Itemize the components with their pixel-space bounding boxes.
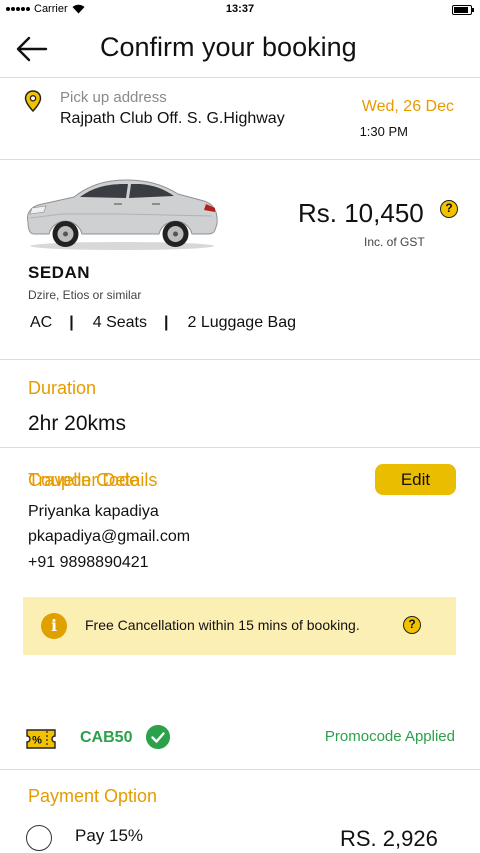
pay-option-label[interactable]: Pay 15% [75,826,143,846]
car-models: Dzire, Etios or similar [28,288,142,302]
duration-heading: Duration [28,378,97,398]
payment-heading: Payment Option [28,786,158,806]
pay-amount: RS. 2,926 [340,826,438,851]
pickup-section: Pick up address Rajpath Club Off. S. G.H… [0,78,480,160]
feature-luggage: 2 Luggage Bag [187,314,297,331]
pickup-label: Pick up address [60,89,167,106]
pay-option-radio[interactable] [26,825,52,851]
price-note: Inc. of GST [364,235,425,249]
duration-value: 2hr 20kms [28,412,127,435]
feature-seats: 4 Seats [92,314,147,331]
car-type: SEDAN [28,263,91,282]
traveller-name: Priyanka kapadiya [28,503,159,520]
status-time: 13:37 [225,3,255,15]
back-arrow-icon[interactable] [16,36,48,62]
feature-separator: | [163,314,169,331]
duration-section: Duration 2hr 20kms [0,360,480,448]
battery-fill [454,7,469,13]
page-title: Confirm your booking [100,32,357,62]
payment-section: Payment Option Pay 15% RS. 2,926 [0,770,480,853]
notice-text: Free Cancellation within 15 mins of book… [85,617,360,633]
price-help-icon[interactable]: ? [440,200,458,218]
pickup-address: Rajpath Club Off. S. G.Highway [60,110,285,127]
feature-ac: AC [30,314,53,331]
edit-button[interactable]: Edit [375,464,456,495]
sedan-car-image [27,179,218,250]
coupon-ticket-icon: % [26,729,56,749]
header: Confirm your booking [0,20,480,78]
traveller-email: pkapadiya@gmail.com [28,528,191,545]
promo-status: Promocode Applied [324,728,455,745]
info-icon: i [41,613,67,639]
cancellation-notice: i Free Cancellation within 15 mins of bo… [23,597,456,655]
pickup-time: 1:30 PM [359,124,408,139]
notice-help-icon[interactable]: ? [403,616,421,634]
coupon-code: CAB50 [80,729,133,746]
car-section: Rs. 10,450 ? Inc. of GST SEDAN Dzire, Et… [0,160,480,360]
location-pin-icon [24,90,42,112]
car-features: AC | 4 Seats | 2 Luggage Bag [30,314,296,332]
pickup-date: Wed, 26 Dec [361,98,454,115]
price-total: Rs. 10,450 [298,198,424,228]
battery-icon [452,5,474,15]
svg-text:%: % [32,735,42,747]
check-icon [146,725,170,749]
feature-separator: | [69,314,74,331]
coupon-heading: Coupon Code [28,470,140,490]
traveller-phone: +91 9898890421 [28,554,149,571]
traveller-section: Traveller Details Edit Priyanka kapadiya… [0,448,480,770]
status-bar: Carrier 13:37 [0,0,480,20]
